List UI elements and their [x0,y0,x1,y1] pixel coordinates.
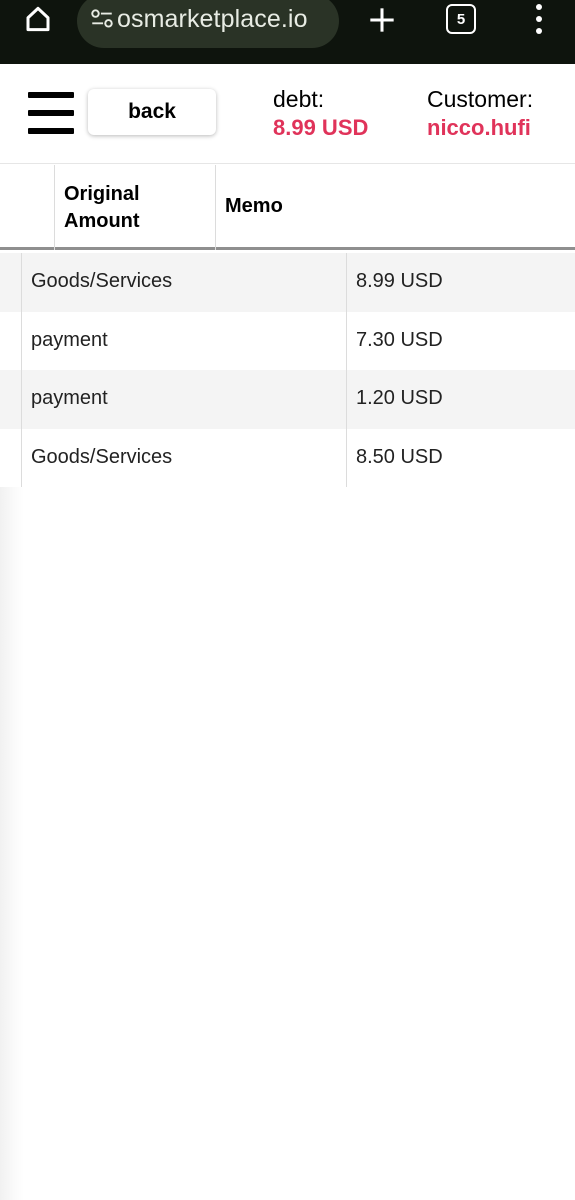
column-header-original-line1: Original [64,183,140,205]
cell-border [21,253,22,312]
table-row[interactable]: payment 7.30 USD [0,311,575,370]
back-button[interactable]: back [88,89,216,135]
cell-border [21,370,22,429]
row-description: payment [31,328,108,351]
customer-label: Customer: [427,86,534,112]
table-row[interactable]: Goods/Services 8.99 USD [0,253,575,312]
cell-divider [346,370,347,429]
page-background [0,487,575,1200]
address-bar[interactable]: osmarketplace.io [77,0,339,48]
row-amount: 1.20 USD [356,387,443,409]
home-icon [26,6,50,32]
cell-divider [346,428,347,487]
table-body: Goods/Services 8.99 USD payment 7.30 USD… [0,253,575,487]
hamburger-menu-icon[interactable] [28,92,74,134]
site-settings-button[interactable] [89,6,115,32]
cell-border [21,311,22,370]
row-amount: 8.50 USD [356,445,443,468]
row-amount: 8.99 USD [356,270,443,292]
plus-icon [370,8,394,32]
new-tab-button[interactable] [366,4,398,36]
column-header-memo[interactable]: Memo [225,195,283,218]
cell-border [21,428,22,487]
row-amount: 7.30 USD [356,328,443,351]
column-header-original-line2: Amount [64,210,140,232]
browser-toolbar: osmarketplace.io 5 [0,0,575,64]
debt-summary: debt: 8.99 USD [273,85,368,143]
table-row[interactable]: Goods/Services 8.50 USD [0,428,575,487]
tab-count: 5 [456,10,466,28]
url-text: osmarketplace.io [117,5,308,33]
debt-value: 8.99 USD [273,115,369,140]
tab-switcher-button[interactable]: 5 [446,4,476,34]
column-header-original-amount[interactable]: Original Amount [55,165,216,250]
table-row[interactable]: payment 1.20 USD [0,370,575,429]
row-description: Goods/Services [31,445,173,468]
debt-label: debt: [273,86,325,112]
table-header-blank-cell [0,165,55,250]
app-header: back debt: 8.99 USD Customer: nicco.hufi [0,64,575,164]
row-description: payment [31,387,108,409]
cell-divider [346,253,347,312]
site-settings-icon [91,9,113,28]
customer-summary: Customer: nicco.hufi [427,85,533,143]
more-vert-icon[interactable] [530,4,548,34]
home-button[interactable] [20,2,56,36]
cell-divider [346,311,347,370]
table-header: Original Amount Memo [0,165,575,250]
customer-name: nicco.hufi [427,115,531,140]
row-description: Goods/Services [31,270,173,292]
